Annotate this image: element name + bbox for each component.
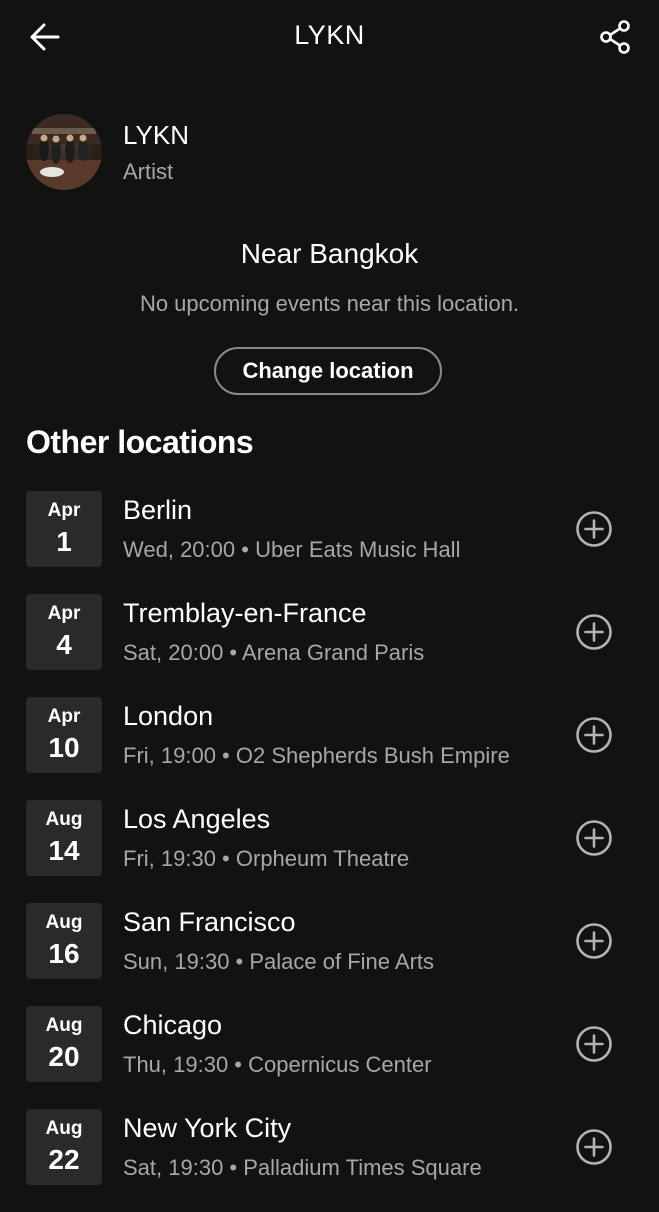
- event-venue: Palladium Times Square: [243, 1155, 482, 1180]
- plus-circle-icon: [576, 1129, 612, 1165]
- share-icon: [600, 20, 630, 54]
- date-day: 10: [48, 732, 80, 763]
- event-time: Thu, 19:30: [123, 1052, 229, 1077]
- date-badge: Apr 1: [26, 491, 102, 567]
- event-time: Fri, 19:00: [123, 743, 216, 768]
- event-venue: Arena Grand Paris: [242, 640, 425, 665]
- add-event-button[interactable]: [574, 715, 614, 755]
- event-row-new-york-city[interactable]: Aug 22 New York City Sat, 19:30 • Pallad…: [0, 1109, 659, 1212]
- plus-circle-icon: [576, 511, 612, 547]
- date-month: Apr: [47, 500, 81, 521]
- event-details: Sun, 19:30 • Palace of Fine Arts: [123, 949, 435, 974]
- plus-circle-icon: [576, 820, 612, 856]
- date-badge: Aug 22: [26, 1109, 102, 1185]
- date-badge: Aug 16: [26, 903, 102, 979]
- top-bar: LYKN: [0, 0, 659, 72]
- event-city: New York City: [123, 1113, 292, 1143]
- add-event-button[interactable]: [574, 818, 614, 858]
- date-month: Apr: [47, 603, 81, 624]
- event-city: London: [123, 701, 214, 731]
- date-badge: Aug 20: [26, 1006, 102, 1082]
- event-venue: Orpheum Theatre: [235, 846, 410, 871]
- event-city: San Francisco: [123, 907, 296, 937]
- event-details: Fri, 19:30 • Orpheum Theatre: [123, 846, 410, 871]
- add-event-button[interactable]: [574, 921, 614, 961]
- event-time: Sat, 20:00: [123, 640, 224, 665]
- event-details: Sat, 19:30 • Palladium Times Square: [123, 1155, 482, 1180]
- other-locations-heading: Other locations: [26, 424, 254, 460]
- date-badge: Aug 14: [26, 800, 102, 876]
- add-event-button[interactable]: [574, 1024, 614, 1064]
- event-details: Sat, 20:00 • Arena Grand Paris: [123, 640, 425, 665]
- artist-row[interactable]: LYKN Artist: [26, 112, 189, 192]
- event-city: Berlin: [123, 495, 193, 525]
- event-row-chicago[interactable]: Aug 20 Chicago Thu, 19:30 • Copernicus C…: [0, 1006, 659, 1109]
- event-city: Tremblay-en-France: [123, 598, 367, 628]
- event-details: Wed, 20:00 • Uber Eats Music Hall: [123, 537, 461, 562]
- artist-type: Artist: [123, 159, 174, 184]
- no-events-message: No upcoming events near this location.: [139, 291, 520, 316]
- share-button[interactable]: [593, 14, 639, 60]
- event-list: Apr 1 Berlin Wed, 20:00 • Uber Eats Musi…: [0, 491, 659, 1212]
- date-month: Apr: [47, 706, 81, 727]
- change-location-button[interactable]: Change location: [214, 347, 442, 395]
- near-location-title: Near Bangkok: [240, 238, 419, 269]
- event-city: Los Angeles: [123, 804, 271, 834]
- date-month: Aug: [45, 1118, 83, 1139]
- date-month: Aug: [45, 809, 83, 830]
- event-time: Fri, 19:30: [123, 846, 216, 871]
- avatar: [26, 114, 102, 190]
- event-row-tremblay[interactable]: Apr 4 Tremblay-en-France Sat, 20:00 • Ar…: [0, 594, 659, 697]
- artist-photo: [26, 114, 102, 190]
- event-time: Wed, 20:00: [123, 537, 236, 562]
- add-event-button[interactable]: [574, 1127, 614, 1167]
- event-city: Chicago: [123, 1010, 223, 1040]
- date-day: 1: [56, 526, 72, 557]
- date-day: 4: [56, 629, 72, 660]
- plus-circle-icon: [576, 614, 612, 650]
- event-details: Thu, 19:30 • Copernicus Center: [123, 1052, 432, 1077]
- event-row-berlin[interactable]: Apr 1 Berlin Wed, 20:00 • Uber Eats Musi…: [0, 491, 659, 594]
- event-row-los-angeles[interactable]: Aug 14 Los Angeles Fri, 19:30 • Orpheum …: [0, 800, 659, 903]
- event-time: Sat, 19:30: [123, 1155, 224, 1180]
- date-badge: Apr 10: [26, 697, 102, 773]
- date-day: 22: [48, 1144, 80, 1175]
- event-details: Fri, 19:00 • O2 Shepherds Bush Empire: [123, 743, 510, 768]
- date-month: Aug: [45, 1015, 83, 1036]
- date-day: 20: [48, 1041, 80, 1072]
- event-time: Sun, 19:30: [123, 949, 230, 974]
- date-day: 14: [48, 835, 80, 866]
- event-row-london[interactable]: Apr 10 London Fri, 19:00 • O2 Shepherds …: [0, 697, 659, 800]
- plus-circle-icon: [576, 923, 612, 959]
- date-month: Aug: [45, 912, 83, 933]
- add-event-button[interactable]: [574, 612, 614, 652]
- event-venue: O2 Shepherds Bush Empire: [235, 743, 510, 768]
- date-badge: Apr 4: [26, 594, 102, 670]
- date-day: 16: [48, 938, 80, 969]
- event-row-san-francisco[interactable]: Aug 16 San Francisco Sun, 19:30 • Palace…: [0, 903, 659, 1006]
- event-venue: Uber Eats Music Hall: [255, 537, 461, 562]
- event-venue: Palace of Fine Arts: [249, 949, 435, 974]
- event-venue: Copernicus Center: [248, 1052, 432, 1077]
- plus-circle-icon: [576, 717, 612, 753]
- artist-name: LYKN: [123, 120, 189, 150]
- plus-circle-icon: [576, 1026, 612, 1062]
- page-title: LYKN: [294, 20, 365, 50]
- add-event-button[interactable]: [574, 509, 614, 549]
